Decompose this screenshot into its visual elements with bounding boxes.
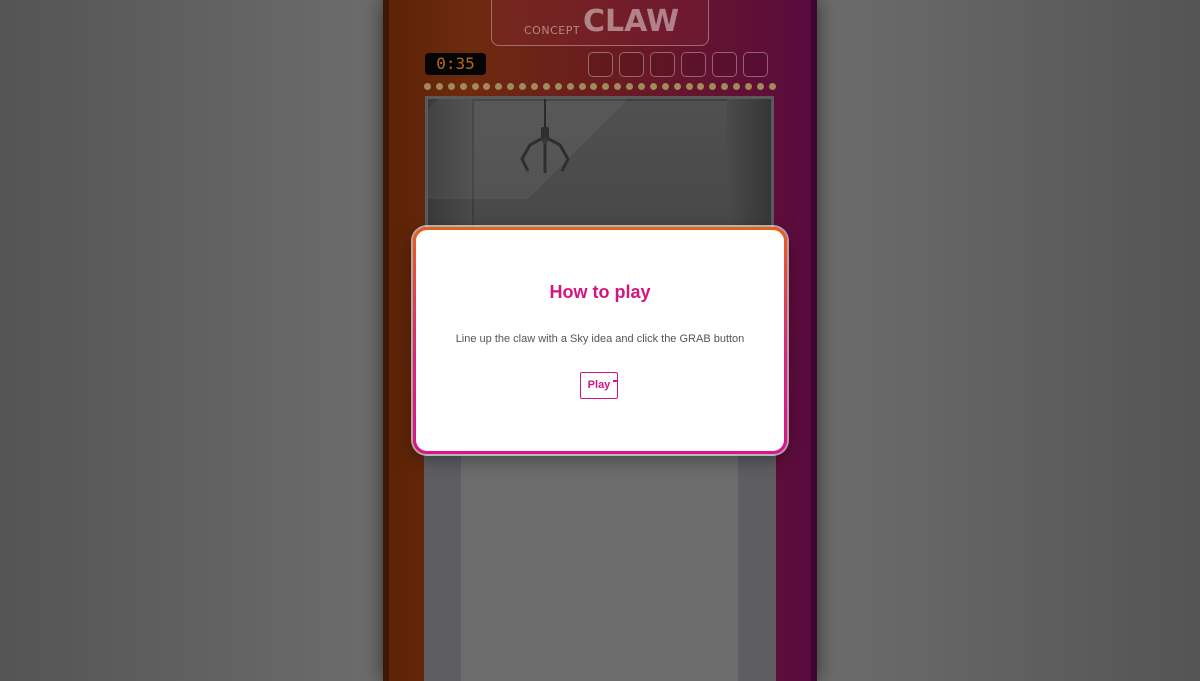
marquee-light (638, 83, 646, 90)
marquee-light (495, 83, 503, 90)
marquee-light (602, 83, 610, 90)
logo-title: CLAW (583, 4, 680, 39)
marquee-light (661, 83, 669, 90)
marquee-light (709, 83, 717, 90)
prize-chute-inner (461, 450, 738, 681)
claw-cabinet (425, 96, 774, 236)
cabinet-wall-right (727, 99, 771, 233)
play-button-label: Play (587, 379, 611, 391)
marquee-light (471, 83, 479, 90)
marquee-light (685, 83, 693, 90)
prize-slot (588, 52, 613, 77)
play-button[interactable]: Play (580, 372, 618, 399)
marquee-light (733, 83, 741, 90)
prize-slot (681, 52, 706, 77)
marquee-light (745, 83, 753, 90)
marquee-light (447, 83, 455, 90)
marquee-light (507, 83, 515, 90)
marquee-light (554, 83, 562, 90)
modal-body: How to play Line up the claw with a Sky … (416, 230, 784, 451)
modal-instructions: Line up the claw with a Sky idea and cli… (455, 333, 745, 345)
countdown-timer: 0:35 (425, 53, 486, 75)
marquee-light (566, 83, 574, 90)
text-cursor-icon (613, 380, 617, 382)
machine-edge-left (383, 0, 389, 681)
marquee-light (721, 83, 729, 90)
prize-slot (650, 52, 675, 77)
prize-slot (712, 52, 737, 77)
modal-title: How to play (549, 282, 651, 302)
marquee-light (483, 83, 491, 90)
marquee-light (531, 83, 539, 90)
prize-slots (588, 52, 768, 77)
marquee-light (697, 83, 705, 90)
marquee-light (626, 83, 634, 90)
marquee-light (542, 83, 550, 90)
marquee-light (578, 83, 586, 90)
marquee-light (673, 83, 681, 90)
how-to-play-modal: How to play Line up the claw with a Sky … (413, 227, 787, 454)
machine-edge-right (811, 0, 817, 681)
marquee-light (424, 83, 431, 90)
marquee-light (459, 83, 467, 90)
marquee-light (590, 83, 598, 90)
prize-slot (619, 52, 644, 77)
marquee-light (614, 83, 622, 90)
logo-prefix: CONCEPT (524, 24, 581, 37)
marquee-light (649, 83, 657, 90)
claw-icon[interactable] (510, 99, 580, 179)
marquee-light (768, 83, 776, 90)
marquee-light (756, 83, 764, 90)
marquee-light (435, 83, 443, 90)
prize-slot (743, 52, 768, 77)
marquee-lights (424, 83, 776, 91)
marquee-light (519, 83, 527, 90)
prize-chute-area (424, 450, 776, 681)
